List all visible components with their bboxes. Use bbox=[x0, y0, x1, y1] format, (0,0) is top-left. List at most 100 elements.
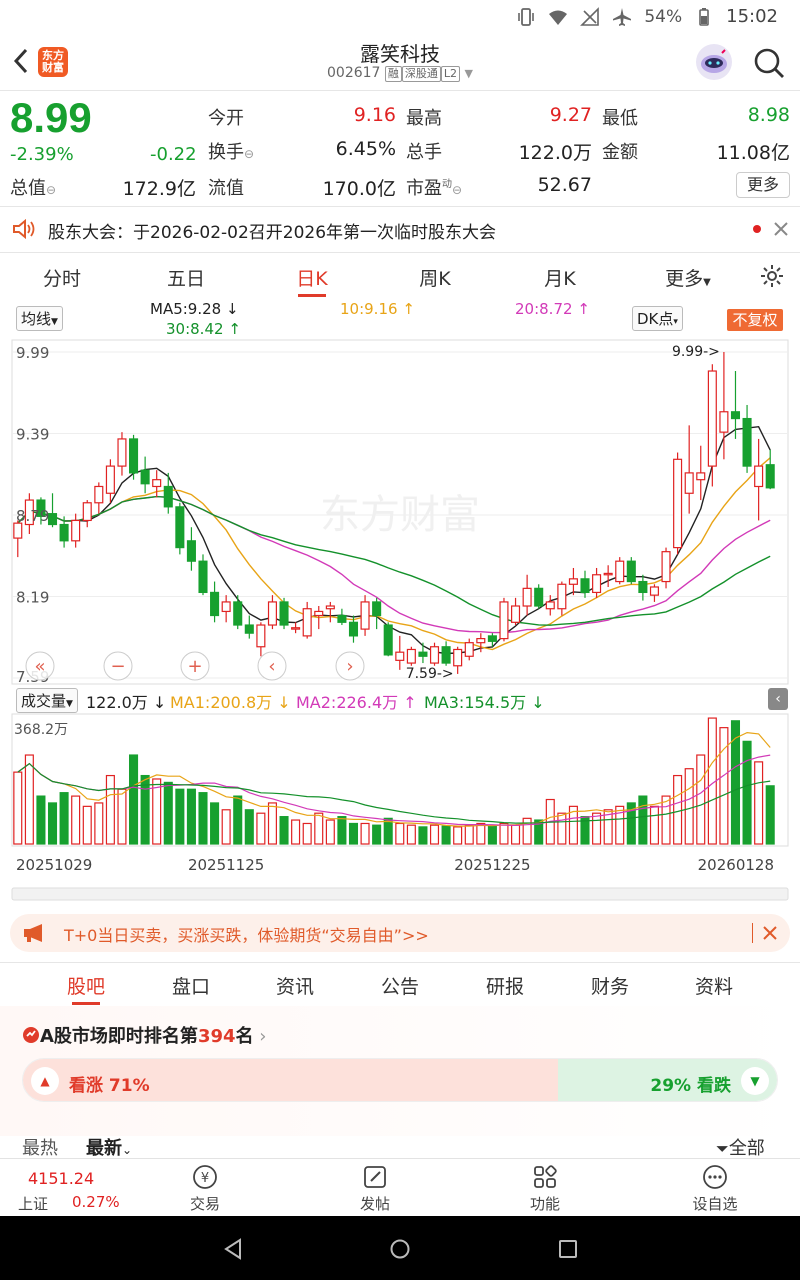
active-tab-indicator bbox=[298, 294, 326, 297]
candle-body bbox=[487, 635, 497, 642]
indicator-selector-label: 均线 bbox=[21, 310, 52, 328]
volume-bar bbox=[429, 824, 440, 845]
sort-newest[interactable]: 最新⌄ bbox=[86, 1134, 132, 1160]
dk-point-button[interactable]: DK点▾ bbox=[632, 306, 683, 331]
volume-bar bbox=[105, 774, 115, 845]
nav-add-watchlist[interactable]: 设自选 bbox=[675, 1163, 755, 1214]
date-label: 20260128 bbox=[698, 856, 774, 874]
candle-body bbox=[267, 601, 277, 626]
megaphone-icon bbox=[24, 924, 42, 942]
system-home-icon[interactable] bbox=[389, 1238, 411, 1260]
candle-body bbox=[47, 513, 58, 526]
tab-monthly-k[interactable]: 月K bbox=[520, 264, 600, 291]
unread-dot bbox=[753, 225, 761, 233]
content-tabs: 股吧 盘口 资讯 公告 研报 财务 资料 bbox=[0, 962, 800, 1006]
candle-body bbox=[302, 608, 312, 637]
sort-hot[interactable]: 最热 bbox=[22, 1134, 58, 1160]
close-icon[interactable] bbox=[772, 220, 790, 238]
turnover-label[interactable]: 换手⊖ bbox=[208, 138, 254, 164]
candle-body bbox=[244, 624, 254, 634]
volume-max-label: 368.2万 bbox=[14, 722, 68, 738]
candle-body bbox=[233, 601, 243, 626]
candle-body bbox=[626, 560, 636, 583]
volume-bar bbox=[47, 802, 58, 845]
pe-label[interactable]: 市盈动⊖ bbox=[406, 174, 462, 200]
low-marker: 7.59-> bbox=[406, 666, 454, 682]
tab-weekly-k[interactable]: 周K bbox=[395, 264, 475, 291]
kline-chart[interactable]: 东方财富 9.99->7.59-> 9.999.398.798.197.59 «… bbox=[0, 338, 800, 914]
market-cap-label[interactable]: 总值⊖ bbox=[10, 174, 56, 200]
tab-daily-k[interactable]: 日K bbox=[272, 264, 352, 291]
index-name[interactable]: 上证 bbox=[18, 1193, 48, 1214]
bearish-segment[interactable]: 29% 看跌 ▼ bbox=[558, 1059, 777, 1101]
filter-all[interactable]: ⏷全部 bbox=[716, 1134, 765, 1160]
nav-trade[interactable]: ¥ 交易 bbox=[165, 1163, 245, 1214]
volume-value: 122.0万 bbox=[518, 142, 592, 164]
collapse-volume-button[interactable]: ‹ bbox=[768, 688, 788, 710]
volume-bar bbox=[94, 802, 104, 845]
announcement-bar[interactable]: 股东大会：于2026-02-02召开2026年第一次临时股东大会 bbox=[0, 206, 800, 252]
nav-functions[interactable]: 功能 bbox=[505, 1163, 585, 1214]
settings-gear-icon[interactable] bbox=[760, 264, 784, 288]
bottom-nav: 4151.24 上证 0.27% ¥ 交易 发帖 功能 设自选 bbox=[0, 1158, 800, 1216]
tab-research[interactable]: 研报 bbox=[465, 972, 545, 999]
tab-intraday[interactable]: 分时 bbox=[22, 264, 102, 291]
volume-bar bbox=[511, 824, 521, 845]
info-icon: ⊖ bbox=[244, 147, 255, 161]
market-ranking-card[interactable]: A股市场即时排名第394名 › ▲ 看涨 71% 29% 看跌 ▼ bbox=[0, 1006, 800, 1136]
tab-five-day[interactable]: 五日 bbox=[146, 264, 226, 291]
volume-bar bbox=[117, 788, 127, 845]
candle-body bbox=[140, 469, 150, 485]
tab-more[interactable]: 更多▼ bbox=[648, 264, 728, 291]
robot-assistant-icon[interactable] bbox=[696, 44, 732, 80]
close-icon[interactable] bbox=[762, 925, 778, 941]
search-icon[interactable] bbox=[752, 46, 786, 84]
bullish-segment[interactable]: ▲ 看涨 71% bbox=[23, 1059, 560, 1101]
market-cap-value: 172.9亿 bbox=[122, 178, 196, 200]
candle-body bbox=[453, 648, 463, 667]
index-change[interactable]: 0.27% bbox=[72, 1193, 120, 1211]
candle-body bbox=[765, 464, 775, 489]
candle-body bbox=[210, 591, 220, 617]
active-tab-indicator bbox=[72, 1002, 100, 1005]
volume-bar bbox=[59, 792, 69, 845]
more-quote-button[interactable]: 更多 bbox=[736, 172, 790, 198]
volume-bar bbox=[522, 817, 532, 845]
filter-all-label: 全部 bbox=[728, 1138, 765, 1159]
volume-bar bbox=[557, 812, 567, 845]
futures-promo-banner[interactable]: T+0当日买卖，买涨买跌，体验期货“交易自由”>> bbox=[10, 914, 790, 952]
volume-bar bbox=[418, 826, 428, 845]
candle-body bbox=[661, 551, 671, 583]
volume-indicator-selector[interactable]: 成交量▼ bbox=[16, 688, 78, 713]
caret-down-icon: ▼ bbox=[66, 699, 73, 709]
compose-icon bbox=[364, 1166, 386, 1188]
tab-forum[interactable]: 股吧 bbox=[46, 972, 126, 999]
volume-bar bbox=[684, 768, 694, 845]
system-back-icon[interactable] bbox=[222, 1238, 244, 1260]
tab-financials[interactable]: 财务 bbox=[570, 972, 650, 999]
date-label: 20251125 bbox=[188, 856, 264, 874]
tab-profile[interactable]: 资料 bbox=[674, 972, 754, 999]
adjustment-button[interactable]: 不复权 bbox=[727, 309, 783, 331]
indicator-selector[interactable]: 均线▼ bbox=[16, 306, 63, 331]
volume-bar bbox=[742, 740, 752, 845]
system-recents-icon[interactable] bbox=[558, 1239, 578, 1259]
price-axis-label: 8.19 bbox=[16, 589, 49, 607]
watermark: 东方财富 bbox=[320, 492, 480, 538]
tab-order-book[interactable]: 盘口 bbox=[151, 972, 231, 999]
candle-body bbox=[684, 472, 694, 494]
nav-post[interactable]: 发帖 bbox=[335, 1163, 415, 1214]
candle-body bbox=[360, 601, 370, 630]
tab-news[interactable]: 资讯 bbox=[255, 972, 335, 999]
index-value[interactable]: 4151.24 bbox=[28, 1169, 94, 1188]
chart-scrollbar[interactable] bbox=[11, 887, 789, 901]
svg-text:¥: ¥ bbox=[201, 1171, 209, 1186]
market-cap-label-text: 总值 bbox=[10, 178, 46, 199]
low-label: 最低 bbox=[602, 108, 638, 129]
tab-announcements[interactable]: 公告 bbox=[360, 972, 440, 999]
stock-name: 露笑科技 bbox=[360, 42, 440, 66]
candle-body bbox=[291, 627, 301, 630]
volume-bar bbox=[441, 825, 451, 845]
volume-current-text: 122.0万 bbox=[86, 693, 148, 712]
stock-code-row[interactable]: 002617 融深股通 L2 ▼ bbox=[0, 65, 800, 82]
